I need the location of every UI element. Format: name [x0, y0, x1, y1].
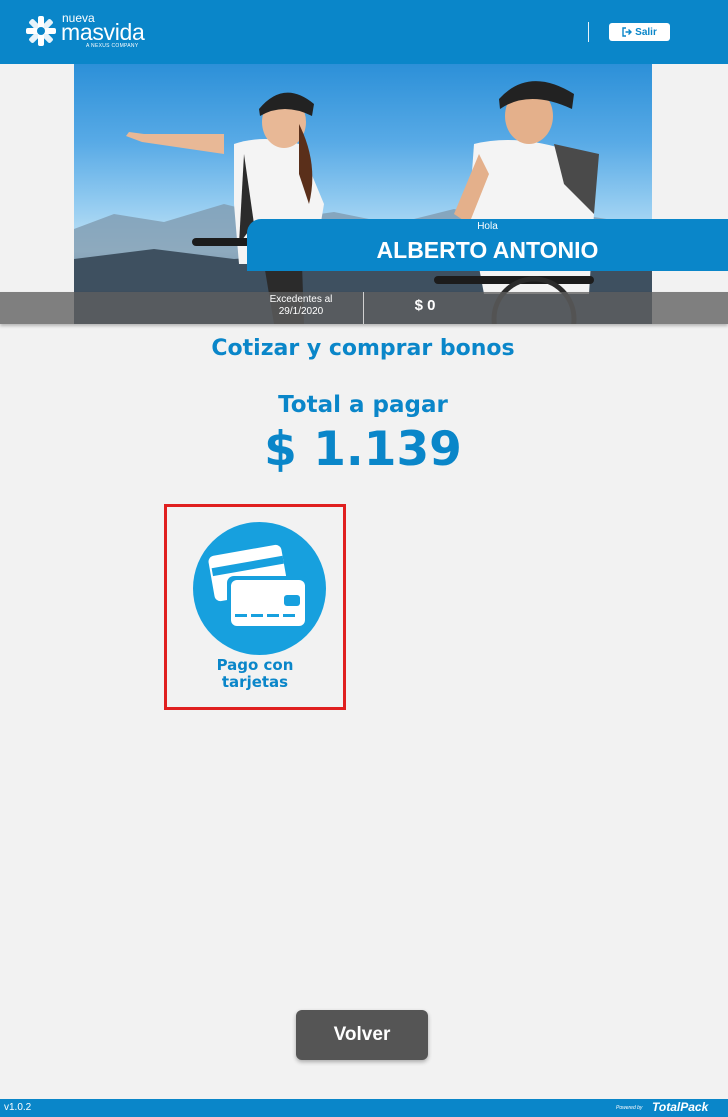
logo-tagline: A NEXUS COMPANY: [86, 43, 139, 49]
greeting-label: Hola: [477, 221, 498, 232]
section-title: Cotizar y comprar bonos: [211, 336, 515, 361]
total-amount: $ 1.139: [264, 422, 462, 477]
total-label: Total a pagar: [278, 392, 448, 418]
pay-with-cards-label: Pago con tarjetas: [216, 656, 294, 691]
totalpack-logo: TotalPack: [652, 1100, 709, 1114]
pay-card-circle: [193, 522, 326, 655]
footer-bar: v1.0.2 Powered by TotalPack: [0, 1099, 728, 1117]
logout-label: Salir: [635, 26, 657, 38]
header-divider: [588, 22, 589, 42]
back-button[interactable]: Volver: [296, 1010, 428, 1060]
credit-cards-icon: [208, 544, 309, 630]
logo-masvida-text: masvida: [61, 19, 145, 45]
hero-cyclists-image: [74, 64, 652, 324]
version-label: v1.0.2: [4, 1102, 32, 1113]
user-name: ALBERTO ANTONIO: [376, 237, 599, 263]
logo-cross-icon: [26, 16, 56, 46]
logout-button[interactable]: Salir: [609, 23, 670, 41]
logout-icon: [622, 27, 633, 37]
top-header: nueva masvida A NEXUS COMPANY Salir: [0, 0, 728, 64]
hero-illustration: [74, 81, 652, 324]
excedentes-value: $ 0: [414, 297, 436, 314]
powered-by-label: Powered by: [616, 1105, 643, 1111]
nueva-masvida-logo: nueva masvida A NEXUS COMPANY: [24, 12, 164, 52]
excedentes-divider: [363, 292, 364, 324]
greeting-panel: Hola ALBERTO ANTONIO: [247, 219, 728, 271]
pay-with-cards-button[interactable]: Pago con tarjetas: [164, 504, 346, 710]
excedentes-label: Excedentes al 29/1/2020: [269, 294, 333, 317]
excedentes-bar: Excedentes al 29/1/2020 $ 0: [0, 292, 728, 324]
